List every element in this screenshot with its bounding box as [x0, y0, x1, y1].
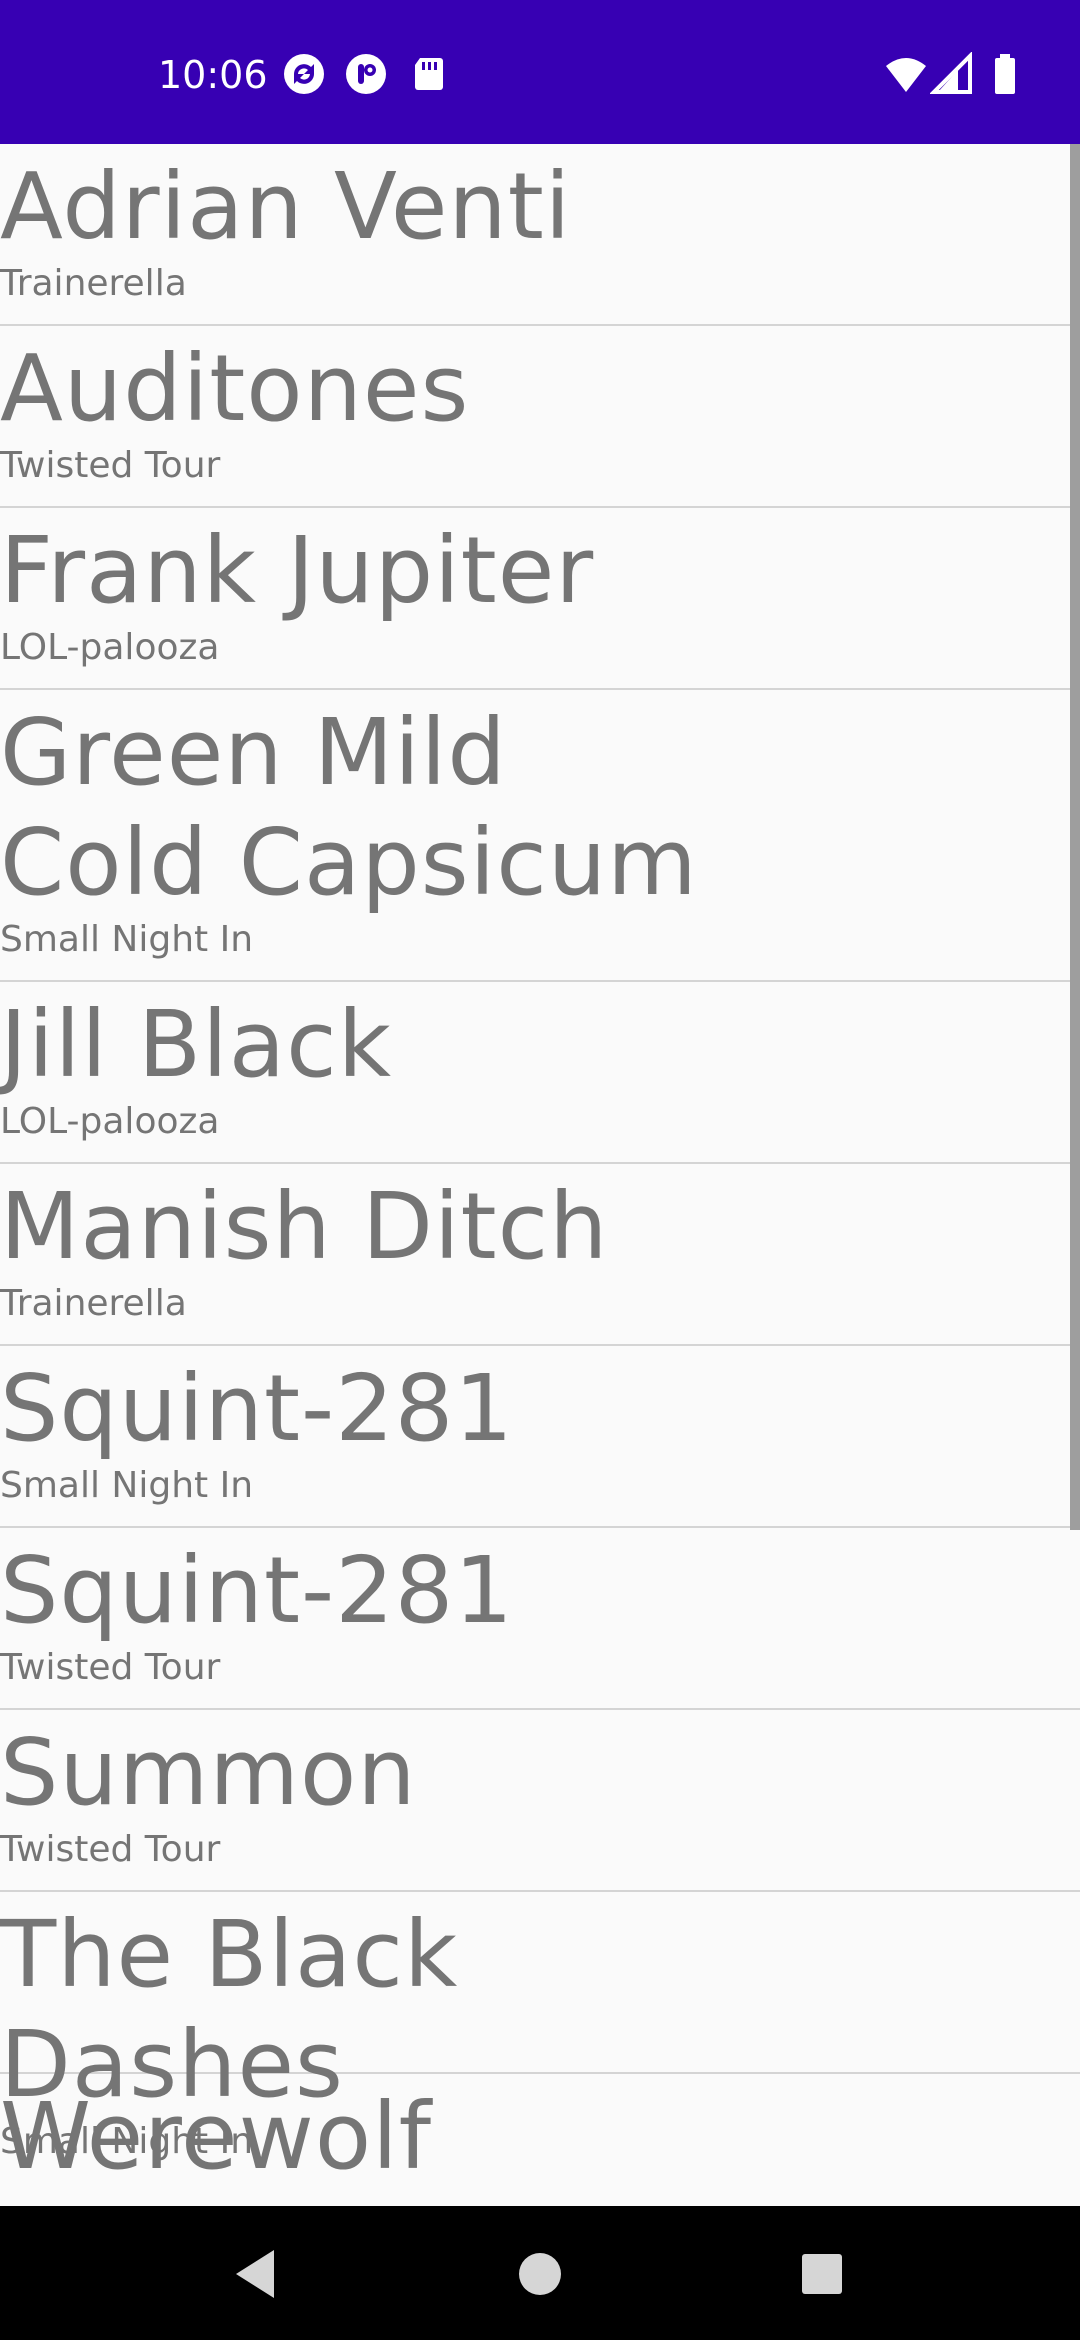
- item-subtitle: Small Night In: [0, 919, 254, 960]
- item-subtitle: Trainerella: [0, 1283, 187, 1324]
- wifi-icon: [886, 58, 926, 92]
- navigation-bar: [0, 2206, 1080, 2340]
- recents-icon[interactable]: [784, 2236, 860, 2312]
- item-subtitle: LOL-palooza: [0, 1101, 220, 1142]
- item-title: Summon: [0, 1719, 417, 1826]
- sync-icon: [284, 54, 324, 94]
- item-subtitle: LOL-palooza: [0, 627, 220, 668]
- list-item[interactable]: Squint-281 Twisted Tour: [0, 1528, 1080, 1710]
- list-item[interactable]: Auditones Twisted Tour: [0, 326, 1080, 508]
- item-subtitle: Trainerella: [0, 263, 187, 304]
- item-subtitle: Twisted Tour: [0, 1829, 221, 1870]
- list-item[interactable]: Jill Black LOL-palooza: [0, 982, 1080, 1164]
- item-title: Green Mild Cold Capsicum: [0, 699, 698, 916]
- event-list[interactable]: Adrian Venti Trainerella Auditones Twist…: [0, 144, 1080, 2206]
- item-title: Adrian Venti: [0, 153, 572, 260]
- scrollbar[interactable]: [1070, 144, 1080, 1530]
- item-title: Jill Black: [0, 991, 392, 1098]
- list-item[interactable]: The Black Dashes Small Night In: [0, 1892, 1080, 2162]
- list-item[interactable]: Werewolf Weekday: [0, 2074, 1080, 2206]
- sd-card-icon: [415, 58, 443, 90]
- status-time: 10:06: [158, 53, 268, 97]
- home-icon[interactable]: [502, 2236, 578, 2312]
- item-title: Manish Ditch: [0, 1173, 609, 1280]
- back-icon[interactable]: [218, 2236, 294, 2312]
- list-item[interactable]: Green Mild Cold Capsicum Small Night In: [0, 690, 1080, 982]
- item-title: Squint-281: [0, 1355, 514, 1462]
- list-item[interactable]: Adrian Venti Trainerella: [0, 144, 1080, 326]
- item-subtitle: Twisted Tour: [0, 445, 221, 486]
- list-item[interactable]: Summon Twisted Tour: [0, 1710, 1080, 1892]
- item-title: Squint-281: [0, 1537, 514, 1644]
- item-subtitle: Twisted Tour: [0, 1647, 221, 1688]
- battery-icon: [995, 54, 1015, 94]
- item-title: Werewolf Weekday: [0, 2083, 433, 2206]
- status-bar: 10:06: [0, 0, 1080, 144]
- list-item[interactable]: Squint-281 Small Night In: [0, 1346, 1080, 1528]
- item-title: Auditones: [0, 335, 470, 442]
- item-title: Frank Jupiter: [0, 517, 595, 624]
- app-notification-icon: [346, 54, 386, 94]
- list-item[interactable]: Frank Jupiter LOL-palooza: [0, 508, 1080, 690]
- signal-icon: [930, 52, 972, 94]
- list-item[interactable]: Manish Ditch Trainerella: [0, 1164, 1080, 1346]
- item-subtitle: Small Night In: [0, 1465, 254, 1506]
